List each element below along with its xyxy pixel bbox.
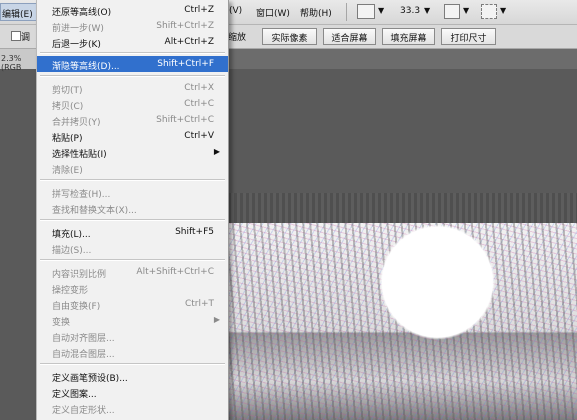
menu-divider — [40, 219, 225, 221]
menu-item-puppet-warp[interactable]: 操控变形 — [37, 280, 228, 296]
menu-item-auto-align[interactable]: 自动对齐图层... — [37, 328, 228, 344]
menu-item-undo[interactable]: 还原等高线(O) Ctrl+Z — [37, 2, 228, 18]
menu-divider — [40, 179, 225, 181]
menu-item-shortcut: Ctrl+X — [184, 83, 214, 93]
menu-item-fade[interactable]: 渐隐等高线(D)... Shift+Ctrl+F — [37, 56, 228, 72]
menubar-divider — [346, 3, 347, 21]
menu-item-shortcut: Shift+F5 — [175, 227, 214, 237]
menu-item-label: 自动混合图层... — [52, 350, 115, 360]
menu-item-step-backward[interactable]: 后退一步(K) Alt+Ctrl+Z — [37, 34, 228, 50]
menu-item-label: 定义画笔预设(B)... — [52, 374, 128, 384]
fit-screen-button[interactable]: 适合屏幕 — [323, 28, 376, 45]
menu-item-label: 自由变换(F) — [52, 302, 101, 312]
menu-item-shortcut: Ctrl+Z — [184, 5, 214, 15]
menu-divider — [40, 75, 225, 77]
menu-item-auto-blend[interactable]: 自动混合图层... — [37, 344, 228, 360]
menu-help[interactable]: 帮助(H) — [300, 6, 332, 19]
menu-item-label: 清除(E) — [52, 166, 83, 176]
option-label-partial: 调 — [21, 33, 31, 43]
menu-item-step-forward[interactable]: 前进一步(W) Shift+Ctrl+Z — [37, 18, 228, 34]
print-size-button[interactable]: 打印尺寸 — [441, 28, 496, 45]
submenu-arrow-icon: ▶ — [213, 315, 220, 324]
canvas-top-shade — [228, 193, 577, 225]
arrange-documents-icon[interactable] — [444, 4, 460, 19]
menu-window[interactable]: 窗口(W) — [256, 6, 290, 19]
menu-divider — [40, 259, 225, 261]
menu-item-free-transform[interactable]: 自由变换(F) Ctrl+T — [37, 296, 228, 312]
menu-item-cut[interactable]: 剪切(T) Ctrl+X — [37, 80, 228, 96]
checkbox-icon[interactable] — [11, 31, 21, 41]
menu-item-shortcut: Alt+Ctrl+Z — [164, 37, 214, 47]
menu-item-clear[interactable]: 清除(E) — [37, 160, 228, 176]
menu-item-find-replace[interactable]: 查找和替换文本(X)... — [37, 200, 228, 216]
fill-screen-button[interactable]: 填充屏幕 — [382, 28, 435, 45]
menu-item-define-brush[interactable]: 定义画笔预设(B)... — [37, 368, 228, 384]
canvas-image[interactable] — [228, 223, 577, 420]
menu-item-define-shape[interactable]: 定义自定形状... — [37, 400, 228, 416]
menu-edit[interactable]: 编辑(E) — [0, 3, 38, 21]
menu-item-shortcut: Shift+Ctrl+Z — [156, 21, 214, 31]
edit-menu: 还原等高线(O) Ctrl+Z 前进一步(W) Shift+Ctrl+Z 后退一… — [36, 0, 229, 420]
menu-item-label: 剪切(T) — [52, 86, 83, 96]
menu-item-label: 描边(S)... — [52, 246, 92, 256]
menu-item-shortcut: Ctrl+C — [184, 99, 214, 109]
menu-item-label: 查找和替换文本(X)... — [52, 206, 137, 216]
menu-item-copy-merged[interactable]: 合并拷贝(Y) Shift+Ctrl+C — [37, 112, 228, 128]
menu-item-shortcut: Alt+Shift+Ctrl+C — [136, 267, 214, 277]
menu-item-paste-special[interactable]: 选择性粘贴(I) ▶ — [37, 144, 228, 160]
menu-divider — [40, 52, 225, 54]
menu-item-label: 前进一步(W) — [52, 24, 104, 34]
menu-item-label: 自动对齐图层... — [52, 334, 115, 344]
submenu-arrow-icon: ▶ — [213, 147, 220, 156]
menu-item-label: 内容识别比例 — [52, 270, 107, 280]
menu-item-label: 合并拷贝(Y) — [52, 118, 101, 128]
screen-frame-caret-icon[interactable]: ▼ — [500, 6, 506, 15]
menu-item-label: 拷贝(C) — [52, 102, 84, 112]
zoom-caret-icon[interactable]: ▼ — [424, 6, 430, 15]
menu-view-partial[interactable]: (V) — [229, 6, 242, 16]
menu-item-transform[interactable]: 变换 ▶ — [37, 312, 228, 328]
menu-item-shortcut: Shift+Ctrl+F — [157, 59, 214, 69]
menu-item-label: 填充(L)... — [52, 230, 91, 240]
menu-item-content-aware-scale[interactable]: 内容识别比例 Alt+Shift+Ctrl+C — [37, 264, 228, 280]
menu-item-label: 操控变形 — [52, 286, 89, 296]
option-zoom-partial: 缩放 — [228, 33, 247, 43]
menu-item-shortcut: Ctrl+T — [184, 299, 214, 309]
menu-item-label: 变换 — [52, 318, 71, 328]
actual-pixels-button[interactable]: 实际像素 — [262, 28, 317, 45]
menu-item-label: 拼写检查(H)... — [52, 190, 111, 200]
menu-item-label: 渐隐等高线(D)... — [52, 62, 120, 72]
menu-divider — [40, 363, 225, 365]
document-tab[interactable]: 2.3%(RGB — [0, 49, 40, 72]
menu-item-stroke[interactable]: 描边(S)... — [37, 240, 228, 256]
menu-item-label: 定义自定形状... — [52, 406, 115, 416]
menu-item-spell-check[interactable]: 拼写检查(H)... — [37, 184, 228, 200]
menu-item-label: 后退一步(K) — [52, 40, 101, 50]
menu-item-paste[interactable]: 粘贴(P) Ctrl+V — [37, 128, 228, 144]
menu-item-shortcut: Ctrl+V — [184, 131, 214, 141]
screen-frame-icon[interactable] — [481, 4, 497, 19]
menu-item-copy[interactable]: 拷贝(C) Ctrl+C — [37, 96, 228, 112]
menu-item-label: 选择性粘贴(I) — [52, 150, 107, 160]
menu-item-define-pattern[interactable]: 定义图案... — [37, 384, 228, 400]
arrange-caret-icon[interactable]: ▼ — [463, 6, 469, 15]
screen-mode-caret-icon[interactable]: ▼ — [378, 6, 384, 15]
screen-mode-icon[interactable] — [357, 4, 375, 19]
menu-item-label: 定义图案... — [52, 390, 97, 400]
menu-item-fill[interactable]: 填充(L)... Shift+F5 — [37, 224, 228, 240]
zoom-level[interactable]: 33.3 — [400, 6, 420, 16]
menu-item-label: 还原等高线(O) — [52, 8, 112, 18]
menu-item-shortcut: Shift+Ctrl+C — [156, 115, 214, 125]
menu-item-label: 粘贴(P) — [52, 134, 83, 144]
